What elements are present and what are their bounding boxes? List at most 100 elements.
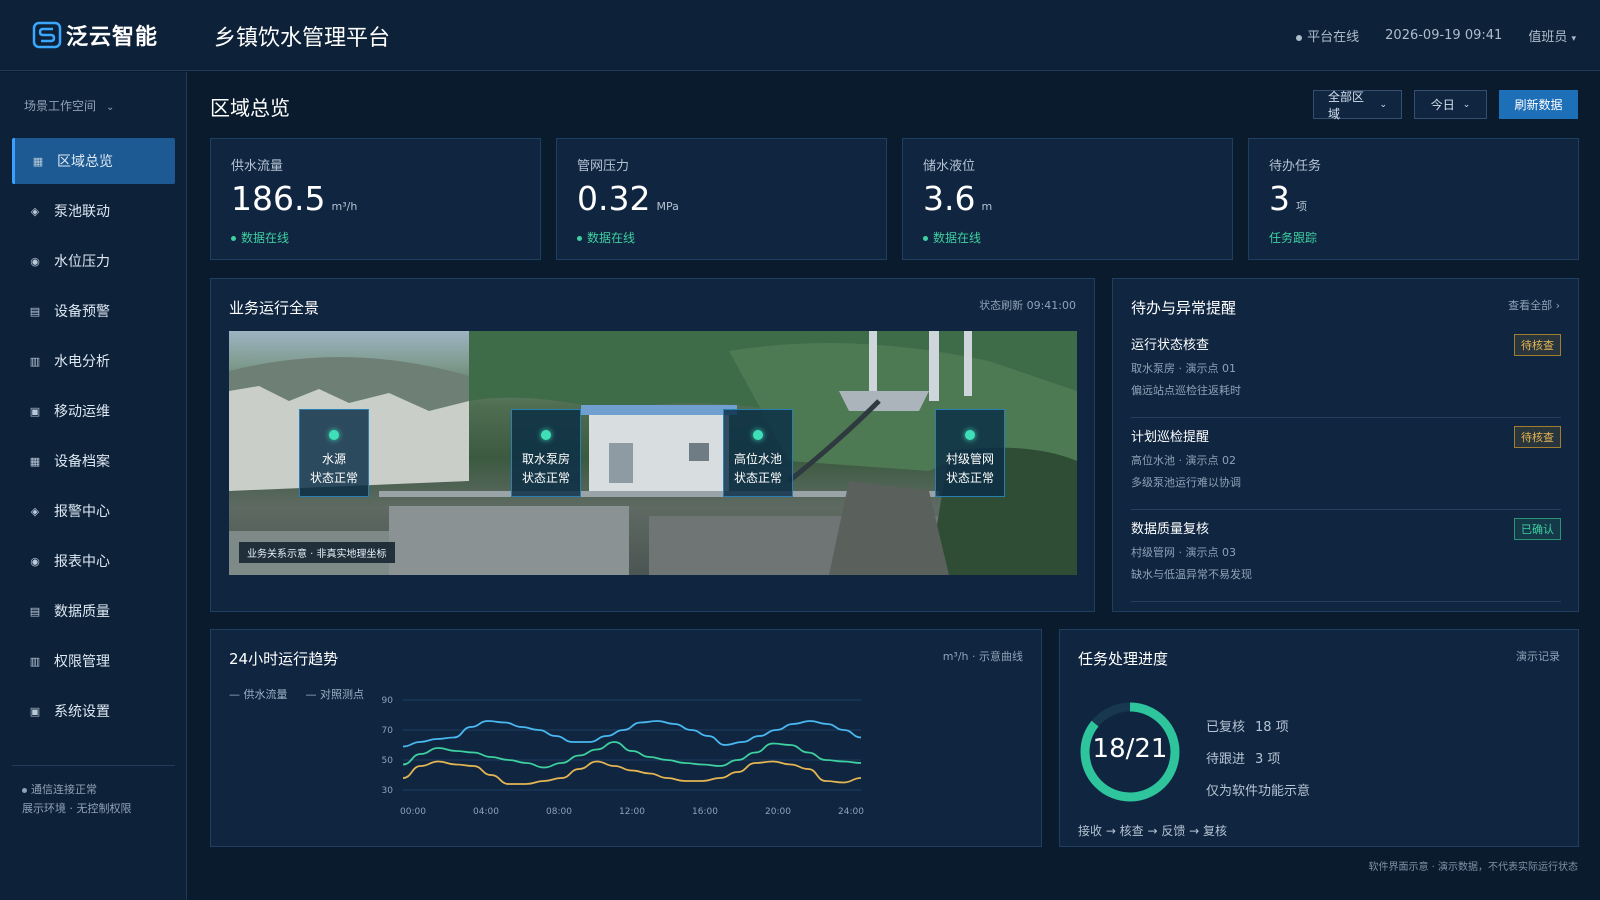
alert-item[interactable]: 计划巡检提醒高位水池 · 演示点 02 多级泵池运行难以协调 待核查 <box>1131 426 1561 510</box>
status-dot-icon <box>231 236 236 241</box>
trend-line-chart: 30 50 70 90 00:00 04:00 08:00 12:00 16:00 20:00 24… <box>382 696 865 817</box>
status-dot-icon <box>753 430 763 440</box>
radio-icon: ◉ <box>30 554 40 568</box>
sidebar-item-4[interactable]: ▥ 水电分析 <box>12 338 175 384</box>
view-all-link[interactable]: 查看全部 › <box>1508 297 1560 313</box>
footnote: 软件界面示意 · 演示数据，不代表实际运行状态 <box>1368 862 1578 873</box>
kpi-value: 3项 <box>1269 179 1307 218</box>
node-name: 村级管网 <box>945 452 994 466</box>
radio-icon: ◉ <box>30 254 40 268</box>
kpi-label: 供水流量 <box>231 159 284 174</box>
site-node-3[interactable]: 村级管网 状态正常 <box>935 409 1005 497</box>
y-tick-label: 30 <box>382 786 394 796</box>
sidebar-item-11[interactable]: ▣ 系统设置 <box>12 688 175 734</box>
toolbar: 全部区域 ⌄ 今日 ⌄ 刷新数据 <box>1313 90 1578 121</box>
y-tick-label: 50 <box>382 756 394 766</box>
site-node-1[interactable]: 取水泵房 状态正常 <box>511 409 581 497</box>
alert-description: 多级泵池运行难以协调 <box>1131 476 1241 489</box>
site-node-2[interactable]: 高位水池 状态正常 <box>723 409 793 497</box>
status-badge: 已确认 <box>1514 518 1561 540</box>
sidebar-item-label: 报警中心 <box>54 504 110 520</box>
sidebar-item-5[interactable]: ▣ 移动运维 <box>12 388 175 434</box>
kpi-card-3[interactable]: 待办任务 3 项任务跟踪 <box>1248 138 1579 260</box>
kpi-status-text: 数据在线 <box>587 231 636 245</box>
kpi-label: 待办任务 <box>1269 159 1322 174</box>
kpi-unit: m <box>981 200 993 213</box>
columns-icon: ▥ <box>29 654 41 668</box>
chevron-down-icon: ▾ <box>1571 34 1576 44</box>
status-badge: 待核查 <box>1514 334 1561 356</box>
sidebar-item-label: 水位压力 <box>54 254 110 270</box>
refresh-button[interactable]: 刷新数据 <box>1499 90 1578 119</box>
progress-ratio: 18/21 <box>1092 734 1168 764</box>
progress-stats: 已复核 18 项 待跟进 3 项 仅为软件功能示意 <box>1206 712 1310 808</box>
sidebar-item-8[interactable]: ◉ 报表中心 <box>12 538 175 584</box>
sidebar-item-label: 设备预警 <box>54 304 110 320</box>
node-name: 高位水池 <box>733 452 782 466</box>
workspace-label: 场景工作空间 <box>24 99 97 113</box>
kpi-value: 3.6 m <box>923 179 992 218</box>
x-tick-label: 00:00 <box>400 807 426 817</box>
site-photo: 水源 状态正常 取水泵房 状态正常 高位水池 状态正常 村级管网 状态正常 业务关系示意 · … <box>229 331 1077 575</box>
node-name: 取水泵房 <box>521 452 570 466</box>
alert-title: 计划巡检提醒 <box>1131 430 1210 445</box>
status-dot-icon <box>1296 34 1303 41</box>
time-filter-label: 今日 <box>1430 98 1455 112</box>
sidebar-item-6[interactable]: ▦ 设备档案 <box>12 438 175 484</box>
sidebar-item-label: 设备档案 <box>54 454 110 470</box>
alert-location: 高位水池 · 演示点 02 <box>1131 454 1236 467</box>
node-state: 状态正常 <box>945 471 994 485</box>
grid-icon: ▦ <box>29 454 41 468</box>
platform-status-text: 平台在线 <box>1307 30 1360 45</box>
sidebar-item-2[interactable]: ◉ 水位压力 <box>12 238 175 284</box>
platform-status: 平台在线 <box>1296 26 1359 45</box>
kpi-card-2[interactable]: 储水液位 3.6 m 数据在线 <box>902 138 1233 260</box>
x-tick-label: 16:00 <box>692 807 718 817</box>
kpi-value: 0.32 MPa <box>577 179 679 218</box>
alert-item[interactable]: 运行状态核查 取水泵房 · 演示点 01 偏远站点巡检往返耗时 待核查 <box>1131 334 1561 418</box>
kpi-card-1[interactable]: 管网压力 0.32 MPa 数据在线 <box>556 138 887 260</box>
site-node-0[interactable]: 水源 状态正常 <box>299 409 369 497</box>
done-label: 已复核 <box>1206 720 1246 735</box>
series-line-0 <box>402 720 862 748</box>
kpi-status-text: 数据在线 <box>933 231 982 245</box>
overview-panel: 业务运行全景 状态刷新 09:41:00 水源 状态正常 取水泵房 状态正常 高… <box>210 278 1095 612</box>
node-state: 状态正常 <box>521 471 570 485</box>
diamond-icon: ◈ <box>30 204 40 218</box>
alert-item[interactable]: 数据质量复核 村级管网 · 演示点 03 缺水与低温异常不易发现 已确认 <box>1131 518 1561 602</box>
sidebar-item-label: 移动运维 <box>54 404 110 420</box>
app-title: 乡镇饮水管理平台 <box>214 26 391 51</box>
sidebar-item-label: 报表中心 <box>54 554 110 570</box>
sidebar-item-1[interactable]: ◈ 泵池联动 <box>12 188 175 234</box>
x-tick-label: 12:00 <box>619 807 645 817</box>
columns-icon: ▥ <box>29 354 41 368</box>
done-value: 18 项 <box>1255 720 1289 735</box>
sidebar-item-7[interactable]: ◈ 报警中心 <box>12 488 175 534</box>
kpi-card-0[interactable]: 供水流量 186.5 m³/h 数据在线 <box>210 138 541 260</box>
kpi-number: 0.32 <box>577 179 651 218</box>
status-badge: 待核查 <box>1514 426 1561 448</box>
user-menu[interactable]: 值班员 ▾ <box>1528 26 1576 45</box>
time-filter-select[interactable]: 今日 ⌄ <box>1414 90 1487 119</box>
chart-legend: — 供水流量 — 对照测点 <box>229 686 364 702</box>
x-tick-label: 08:00 <box>546 807 572 817</box>
sidebar-item-0[interactable]: ▦ 区域总览 <box>12 138 175 184</box>
sidebar-divider <box>12 765 175 766</box>
progress-meta: 演示记录 <box>1516 650 1560 663</box>
status-dot-icon <box>965 430 975 440</box>
kpi-status: 数据在线 <box>923 229 981 246</box>
alert-description: 偏远站点巡检往返耗时 <box>1131 384 1241 397</box>
kpi-status: 数据在线 <box>577 229 635 246</box>
y-tick-label: 90 <box>382 696 394 706</box>
brand-logo[interactable]: 泛云智能 <box>32 19 158 51</box>
region-filter-select[interactable]: 全部区域 ⌄ <box>1313 90 1402 121</box>
kpi-label: 管网压力 <box>577 159 630 174</box>
kpi-status: 数据在线 <box>231 229 289 246</box>
workspace-selector[interactable]: 场景工作空间 ⌄ <box>24 97 114 114</box>
overview-title: 业务运行全景 <box>229 299 320 317</box>
sidebar-item-3[interactable]: ▤ 设备预警 <box>12 288 175 334</box>
status-dot-icon <box>577 236 582 241</box>
alerts-panel: 待办与异常提醒 查看全部 › 运行状态核查 取水泵房 · 演示点 01 偏远站点巡检… <box>1112 278 1579 612</box>
sidebar-item-10[interactable]: ▥ 权限管理 <box>12 638 175 684</box>
sidebar-item-9[interactable]: ▤ 数据质量 <box>12 588 175 634</box>
